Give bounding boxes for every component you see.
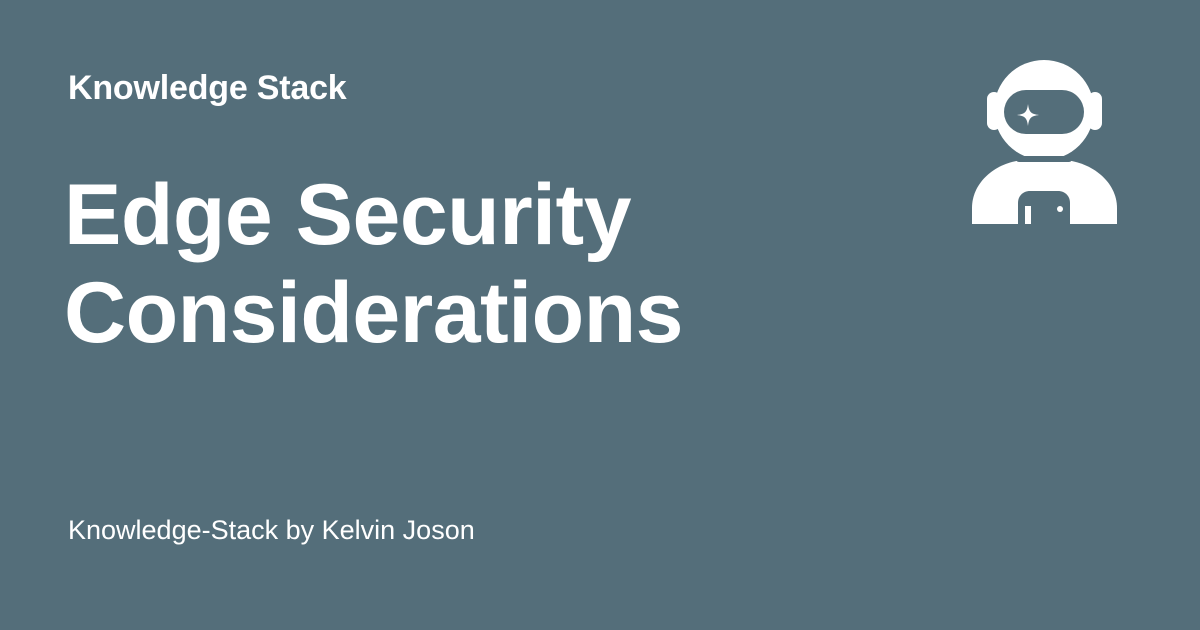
site-name: Knowledge Stack: [68, 69, 347, 107]
byline: Knowledge-Stack by Kelvin Joson: [68, 515, 475, 545]
astronaut-icon: [972, 60, 1117, 224]
social-card: Knowledge Stack Edge Security Considerat…: [0, 0, 1200, 630]
page-title: Edge Security Considerations: [64, 167, 683, 361]
